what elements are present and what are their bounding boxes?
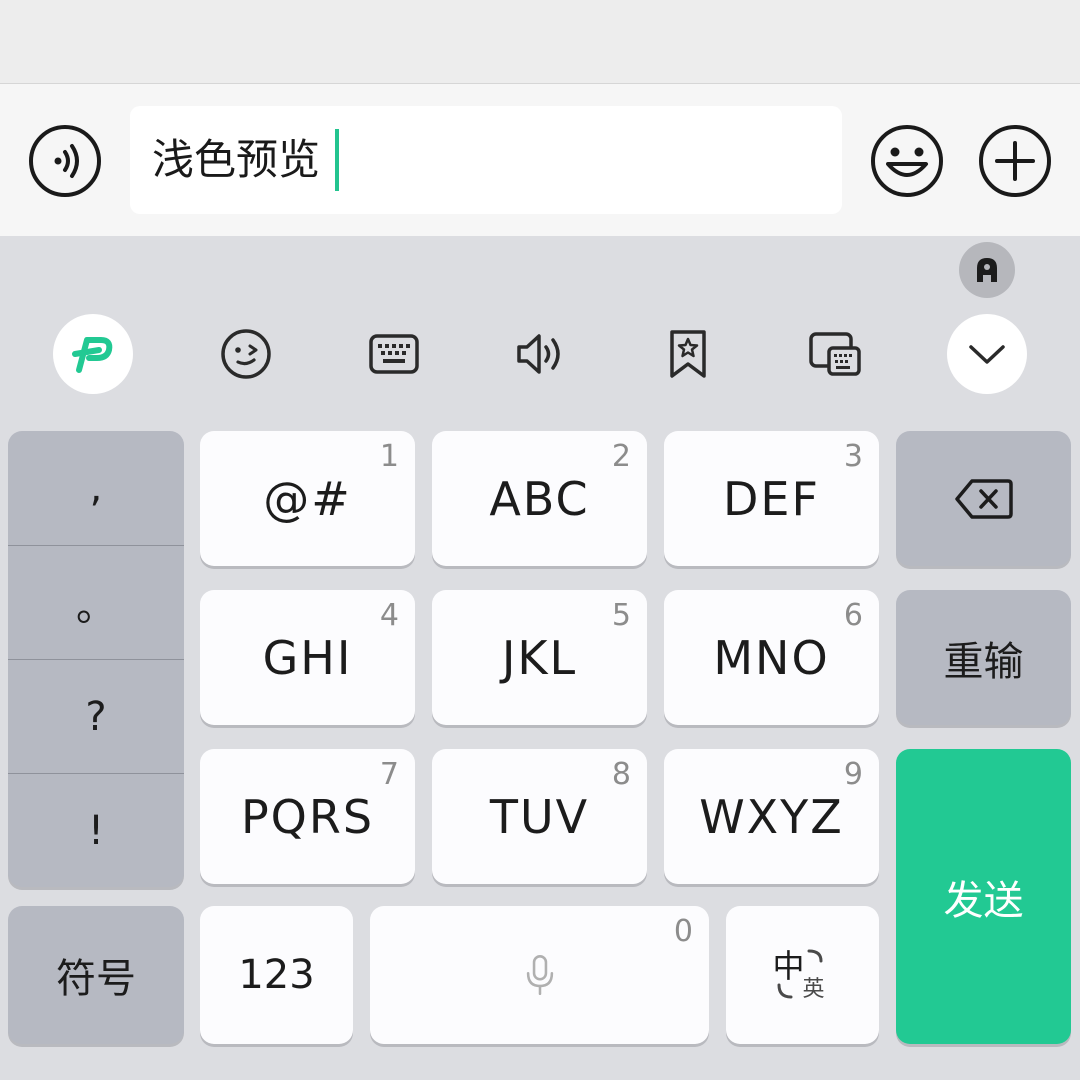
speaker-icon[interactable] — [501, 314, 581, 394]
punctuation-column: , 。 ? ! — [8, 431, 184, 887]
key-number: 9 — [843, 757, 863, 792]
key-number: 6 — [843, 598, 863, 633]
key-number: 5 — [611, 598, 631, 633]
voice-wave-icon[interactable] — [28, 124, 102, 198]
key-label: WXYZ — [699, 789, 844, 844]
ime-keyboard: , 。 ? ! @# 1 ABC 2 DEF 3 GHI 4 JKL 5 MNO… — [0, 236, 1080, 1080]
space-key[interactable]: 0 — [370, 906, 709, 1044]
text-caret — [335, 129, 339, 191]
zh-en-switch-icon: 中 英 — [773, 945, 833, 1005]
floating-keyboard-icon[interactable] — [795, 314, 875, 394]
switch-arrows — [777, 949, 822, 999]
keyboard-icon[interactable] — [354, 314, 434, 394]
key-label: ABC — [489, 471, 590, 526]
numeric-keyboard-button[interactable]: 123 — [200, 906, 353, 1044]
top-bar — [0, 0, 1080, 84]
key-number: 7 — [379, 757, 399, 792]
chevron-down-icon[interactable] — [947, 314, 1027, 394]
wink-face-icon[interactable] — [206, 314, 286, 394]
backspace-icon — [954, 478, 1013, 519]
punct-period-key[interactable]: 。 — [8, 546, 184, 659]
key-1-symbols[interactable]: @# 1 — [200, 431, 415, 566]
accessibility-a-icon[interactable] — [959, 242, 1015, 298]
ime-logo-icon[interactable] — [53, 314, 133, 394]
key-4-ghi[interactable]: GHI 4 — [200, 590, 415, 725]
key-label: JKL — [501, 630, 578, 685]
key-7-pqrs[interactable]: PQRS 7 — [200, 749, 415, 884]
reinput-button[interactable]: 重输 — [896, 590, 1071, 725]
key-2-abc[interactable]: ABC 2 — [432, 431, 647, 566]
numeric-label: 123 — [238, 952, 315, 998]
key-8-tuv[interactable]: TUV 8 — [432, 749, 647, 884]
key-number: 8 — [611, 757, 631, 792]
key-number: 2 — [611, 439, 631, 474]
key-5-jkl[interactable]: JKL 5 — [432, 590, 647, 725]
symbols-label: 符号 — [56, 956, 136, 1002]
symbols-button[interactable]: 符号 — [8, 906, 184, 1044]
key-label: @# — [263, 471, 352, 526]
reinput-label: 重输 — [943, 638, 1024, 685]
key-9-wxyz[interactable]: WXYZ 9 — [664, 749, 879, 884]
key-label: DEF — [723, 471, 820, 526]
key-label: MNO — [713, 630, 830, 685]
key-number: 3 — [843, 439, 863, 474]
key-3-def[interactable]: DEF 3 — [664, 431, 879, 566]
send-button[interactable]: 发送 — [896, 749, 1071, 1044]
key-label: GHI — [262, 630, 353, 685]
zh-en-switch-button[interactable]: 中 英 — [726, 906, 879, 1044]
message-input[interactable]: 浅色预览 — [130, 106, 842, 214]
bookmark-star-icon[interactable] — [648, 314, 728, 394]
chat-input-bar: 浅色预览 — [0, 84, 1080, 236]
punct-question-key[interactable]: ? — [8, 660, 184, 773]
key-number: 0 — [673, 914, 693, 949]
key-number: 4 — [379, 598, 399, 633]
microphone-icon — [526, 955, 553, 995]
key-6-mno[interactable]: MNO 6 — [664, 590, 879, 725]
key-label: TUV — [489, 789, 590, 844]
plus-circle-icon[interactable] — [978, 124, 1052, 198]
punct-comma-key[interactable]: , — [8, 431, 184, 544]
message-input-text: 浅色预览 — [152, 135, 321, 184]
key-number: 1 — [379, 439, 399, 474]
key-label: PQRS — [240, 789, 375, 844]
send-label: 发送 — [943, 877, 1024, 924]
backspace-button[interactable] — [896, 431, 1071, 566]
punct-exclaim-key[interactable]: ! — [8, 774, 184, 887]
smiley-face-icon[interactable] — [870, 124, 944, 198]
